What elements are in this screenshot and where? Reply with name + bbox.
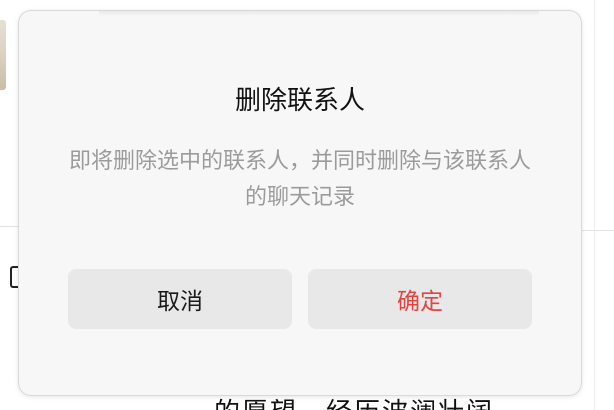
confirm-button[interactable]: 确定: [308, 269, 532, 329]
dialog-title: 删除联系人: [234, 86, 365, 116]
list-divider: [0, 226, 18, 227]
partial-icon: [10, 266, 18, 288]
list-divider: [582, 230, 614, 231]
dialog-shadow: [99, 11, 539, 16]
delete-contact-dialog: 删除联系人 即将删除选中的联系人，并同时删除与该联系人的聊天记录 取消 确定: [19, 11, 581, 395]
dialog-message: 即将删除选中的联系人，并同时删除与该联系人的聊天记录: [68, 149, 531, 210]
panel-border: [594, 0, 595, 410]
cancel-button[interactable]: 取消: [68, 269, 292, 329]
contact-avatar: [0, 20, 6, 90]
